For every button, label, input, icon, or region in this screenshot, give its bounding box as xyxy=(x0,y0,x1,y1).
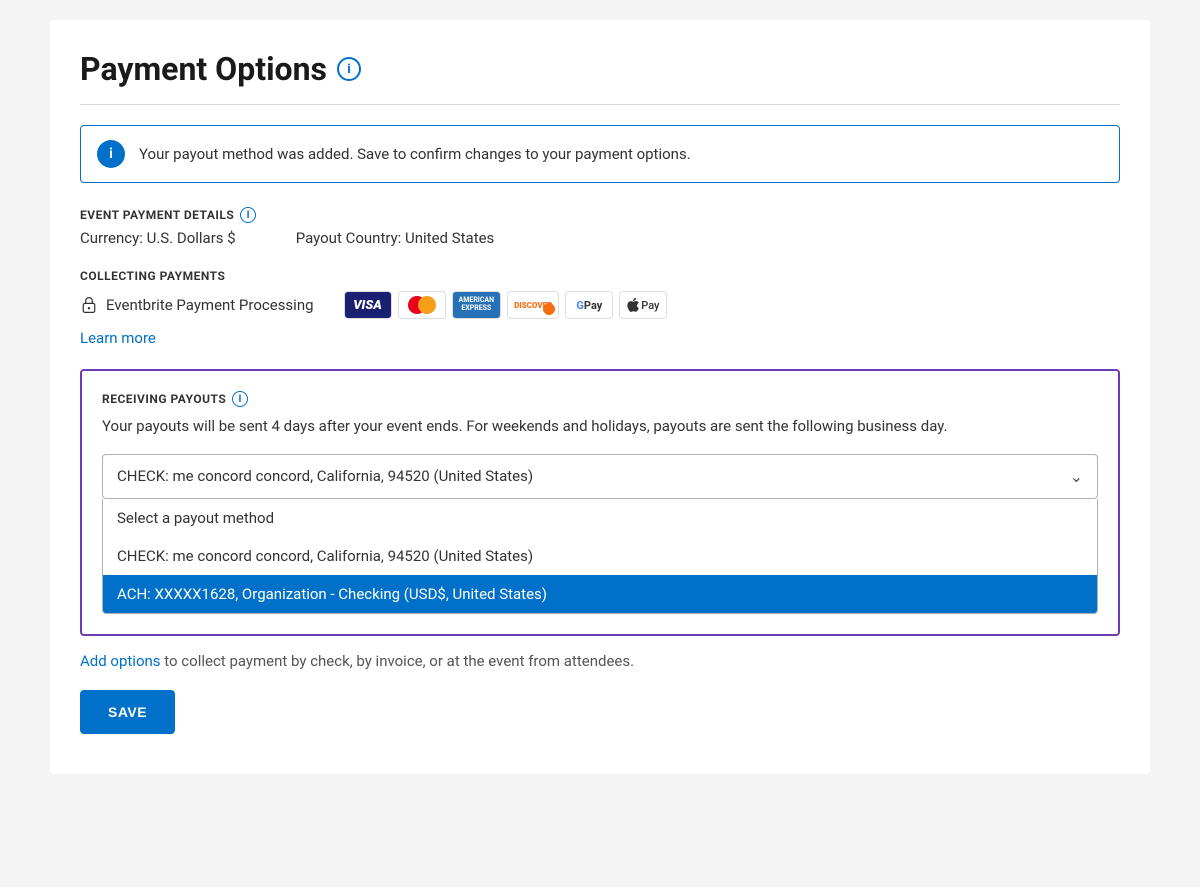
currency-label: Currency: U.S. Dollars $ xyxy=(80,229,236,247)
event-payment-row: Currency: U.S. Dollars $ Payout Country:… xyxy=(80,229,1120,247)
receiving-payouts-section: RECEIVING PAYOUTS i Your payouts will be… xyxy=(80,369,1120,636)
notification-text: Your payout method was added. Save to co… xyxy=(139,145,691,163)
collecting-payments-section: COLLECTING PAYMENTS Eventbrite Payment P… xyxy=(80,269,1120,353)
apay-logo: Pay xyxy=(619,291,667,319)
page-container: Payment Options i i Your payout method w… xyxy=(50,20,1150,774)
receiving-payouts-label: RECEIVING PAYOUTS i xyxy=(102,391,1098,407)
lock-icon xyxy=(80,296,98,314)
apple-icon xyxy=(627,298,639,312)
dropdown-selected-value[interactable]: CHECK: me concord concord, California, 9… xyxy=(102,454,1098,499)
chevron-down-icon: ⌄ xyxy=(1070,467,1083,486)
discover-logo: DISCOVER xyxy=(507,291,559,319)
event-payment-details-label: EVENT PAYMENT DETAILS i xyxy=(80,207,1120,223)
dropdown-option-select[interactable]: Select a payout method xyxy=(103,499,1097,537)
gpay-logo: G Pay xyxy=(565,291,613,319)
notification-banner: i Your payout method was added. Save to … xyxy=(80,125,1120,183)
payouts-description: Your payouts will be sent 4 days after y… xyxy=(102,415,1098,438)
payout-method-dropdown[interactable]: CHECK: me concord concord, California, 9… xyxy=(102,454,1098,614)
collecting-row: Eventbrite Payment Processing VISA AMERI… xyxy=(80,291,1120,319)
processor-name: Eventbrite Payment Processing xyxy=(106,296,314,314)
dropdown-options-list: Select a payout method CHECK: me concord… xyxy=(102,499,1098,614)
collecting-payments-label: COLLECTING PAYMENTS xyxy=(80,269,1120,283)
page-title: Payment Options xyxy=(80,50,327,88)
save-button[interactable]: SAVE xyxy=(80,690,175,734)
processor-label-container: Eventbrite Payment Processing xyxy=(80,296,314,314)
title-divider xyxy=(80,104,1120,105)
add-options-suffix: to collect payment by check, by invoice,… xyxy=(161,652,635,670)
amex-logo: AMERICANEXPRESS xyxy=(452,291,502,319)
receiving-payouts-info-icon[interactable]: i xyxy=(232,391,248,407)
notification-icon: i xyxy=(97,140,125,168)
page-title-info-icon[interactable]: i xyxy=(337,57,361,81)
payout-country-label: Payout Country: United States xyxy=(296,229,495,247)
event-payment-details-info-icon[interactable]: i xyxy=(240,207,256,223)
page-header: Payment Options i xyxy=(80,50,1120,88)
visa-logo: VISA xyxy=(344,291,392,319)
dropdown-selected-text: CHECK: me concord concord, California, 9… xyxy=(117,467,533,485)
add-options-text: Add options to collect payment by check,… xyxy=(80,652,1120,670)
add-options-link[interactable]: Add options xyxy=(80,652,161,670)
dropdown-option-ach[interactable]: ACH: XXXXX1628, Organization - Checking … xyxy=(103,575,1097,613)
mastercard-logo xyxy=(398,291,446,319)
dropdown-option-check[interactable]: CHECK: me concord concord, California, 9… xyxy=(103,537,1097,575)
event-payment-details-section: EVENT PAYMENT DETAILS i Currency: U.S. D… xyxy=(80,207,1120,247)
mc-orange-circle xyxy=(418,296,436,314)
learn-more-link[interactable]: Learn more xyxy=(80,329,156,347)
payment-logos: VISA AMERICANEXPRESS DISCOVER G xyxy=(344,291,668,319)
